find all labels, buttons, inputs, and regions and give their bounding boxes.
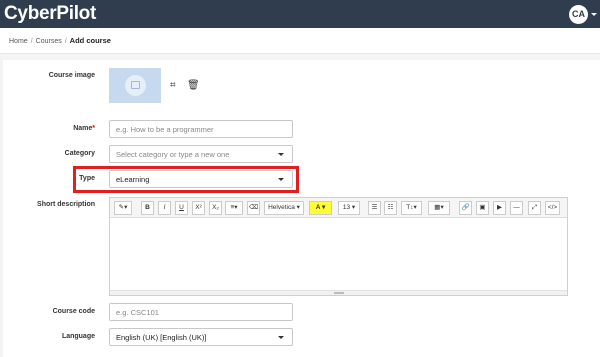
breadcrumb-separator: / bbox=[64, 38, 67, 45]
underline-button[interactable]: U bbox=[175, 201, 188, 215]
chevron-down-icon[interactable] bbox=[591, 13, 597, 16]
editor-content-area[interactable] bbox=[110, 218, 567, 290]
user-avatar[interactable]: CA bbox=[569, 5, 588, 24]
annotation-highlight-box bbox=[73, 166, 299, 193]
rich-text-editor: ✎▾ B I U X² X₂ ≡▾ ⌫ Helvetica ▾ A ▾ 13 ▾… bbox=[109, 197, 568, 296]
video-button[interactable]: ▶ bbox=[493, 201, 506, 215]
name-label: Name* bbox=[0, 125, 95, 132]
trash-icon[interactable]: 🗑 bbox=[187, 81, 200, 91]
bold-button[interactable]: B bbox=[141, 201, 154, 215]
ordered-list-button[interactable]: ☷ bbox=[384, 201, 397, 215]
clear-format-button[interactable]: ⌫ bbox=[247, 201, 260, 215]
text-style-button[interactable]: T↕▾ bbox=[401, 201, 422, 215]
required-mark: * bbox=[92, 125, 95, 132]
grip-icon bbox=[334, 292, 344, 294]
editor-toolbar: ✎▾ B I U X² X₂ ≡▾ ⌫ Helvetica ▾ A ▾ 13 ▾… bbox=[110, 198, 567, 218]
unordered-list-button[interactable]: ☰ bbox=[368, 201, 381, 215]
crop-icon[interactable]: ⌗ bbox=[170, 81, 176, 91]
course-code-label: Course code bbox=[52, 308, 95, 315]
breadcrumb: Home / Courses / Add course bbox=[9, 36, 111, 45]
highlight-color-button[interactable]: A ▾ bbox=[309, 201, 332, 215]
chevron-down-icon bbox=[278, 153, 284, 156]
breadcrumb-separator: / bbox=[30, 38, 33, 45]
short-description-label: Short description bbox=[37, 201, 95, 208]
table-button[interactable]: ▦▾ bbox=[428, 201, 450, 215]
image-icon bbox=[131, 81, 140, 89]
chevron-down-icon bbox=[278, 336, 284, 339]
breadcrumb-home[interactable]: Home bbox=[9, 38, 28, 45]
magic-style-button[interactable]: ✎▾ bbox=[114, 201, 132, 215]
image-button[interactable]: ▣ bbox=[476, 201, 489, 215]
course-code-input[interactable]: e.g. CSC101 bbox=[109, 303, 293, 321]
top-nav-bar: CyberPilot CA bbox=[0, 0, 600, 28]
language-label: Language bbox=[61, 333, 95, 340]
category-label: Category bbox=[64, 150, 95, 157]
app-logo[interactable]: CyberPilot bbox=[4, 3, 96, 25]
breadcrumb-current: Add course bbox=[69, 36, 111, 45]
superscript-button[interactable]: X² bbox=[192, 201, 205, 215]
language-select-value: English (UK) [English (UK)] bbox=[116, 333, 207, 342]
breadcrumb-courses[interactable]: Courses bbox=[36, 38, 62, 45]
image-placeholder-circle bbox=[125, 75, 146, 96]
name-label-text: Name bbox=[73, 125, 93, 132]
align-button[interactable]: ≡▾ bbox=[225, 201, 243, 215]
code-view-button[interactable]: </> bbox=[545, 201, 560, 215]
language-select[interactable]: English (UK) [English (UK)] bbox=[109, 328, 293, 346]
link-button[interactable]: 🔗 bbox=[459, 201, 472, 215]
font-size-select[interactable]: 13 ▾ bbox=[338, 201, 360, 215]
course-image-label: Course image bbox=[48, 72, 95, 79]
editor-resize-handle[interactable] bbox=[110, 290, 567, 295]
fullscreen-button[interactable]: ⤢ bbox=[528, 201, 541, 215]
subscript-button[interactable]: X₂ bbox=[209, 201, 222, 215]
category-select-placeholder: Select category or type a new one bbox=[116, 150, 230, 159]
name-input[interactable]: e.g. How to be a programmer bbox=[109, 120, 293, 138]
category-select[interactable]: Select category or type a new one bbox=[109, 145, 293, 163]
horizontal-rule-button[interactable]: — bbox=[510, 201, 523, 215]
breadcrumb-bar: Home / Courses / Add course bbox=[0, 28, 600, 54]
font-family-select[interactable]: Helvetica ▾ bbox=[264, 201, 304, 215]
course-image-placeholder[interactable] bbox=[109, 68, 161, 103]
italic-button[interactable]: I bbox=[158, 201, 171, 215]
